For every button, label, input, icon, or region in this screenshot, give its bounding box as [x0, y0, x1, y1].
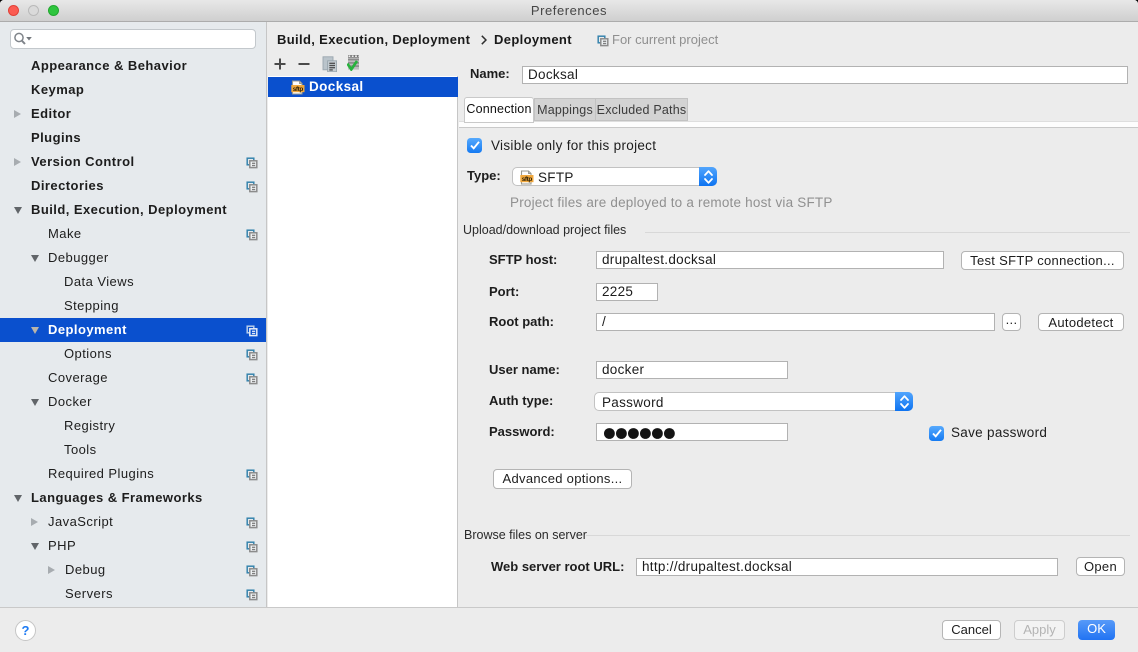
svg-text:sftp: sftp — [522, 176, 533, 183]
svg-text:sftp: sftp — [293, 86, 304, 93]
